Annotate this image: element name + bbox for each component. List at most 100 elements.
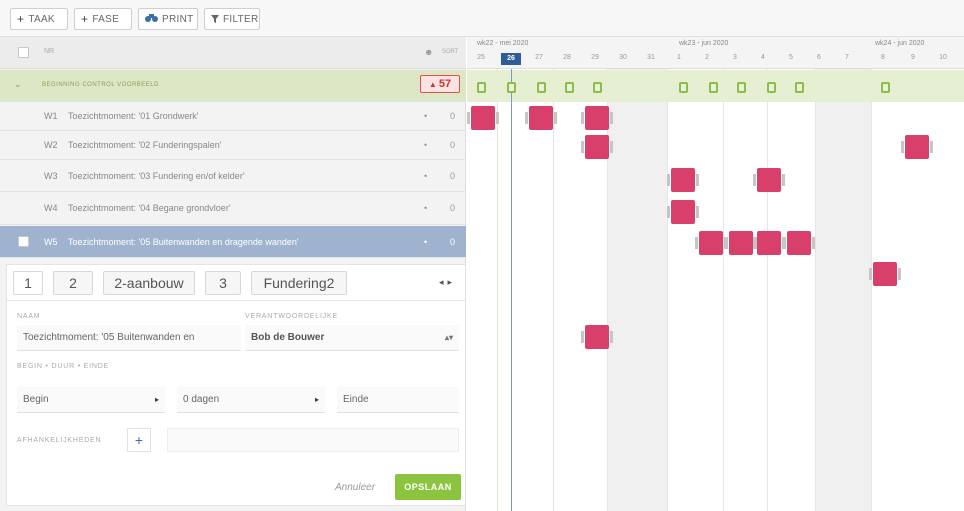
tab-bar: 1 2 2-aanbouw 3 Fundering2 ◂▸ [7, 265, 465, 301]
gantt-chart: wk22 - mei 2020 wk23 - jun 2020 wk24 - j… [467, 37, 964, 511]
table-row-selected[interactable]: W5 Toezichtmoment: '05 Buitenwanden en d… [0, 226, 466, 258]
dependency-input[interactable] [167, 428, 459, 452]
day-label: 1 [677, 54, 681, 61]
chevron-down-icon[interactable]: ⌄ [14, 79, 22, 90]
task-bar[interactable] [725, 231, 757, 255]
cancel-button[interactable]: Annuleer [335, 482, 375, 493]
naam-label: NAAM [17, 313, 41, 320]
add-dependency-button[interactable]: + [127, 428, 151, 452]
select-arrows-icon: ▴▾ [444, 333, 453, 342]
einde-input[interactable]: Einde [337, 387, 459, 413]
task-list-header: NR ☻ SORT [0, 37, 466, 69]
week-label: wk23 - jun 2020 [679, 40, 729, 47]
day-label-today: 26 [501, 53, 521, 65]
milestone-marker[interactable] [881, 82, 890, 93]
milestone-marker[interactable] [737, 82, 746, 93]
week-label: wk22 - mei 2020 [477, 40, 529, 47]
tab-1[interactable]: 1 [13, 271, 43, 295]
table-row[interactable]: W4 Toezichtmoment: '04 Begane grondvloer… [0, 192, 466, 225]
table-row[interactable]: W2 Toezichtmoment: '02 Funderingspalen' … [0, 131, 466, 160]
task-bar[interactable] [695, 231, 727, 255]
day-label: 29 [591, 54, 599, 61]
day-label: 25 [477, 54, 485, 61]
header-sort[interactable]: SORT [442, 49, 459, 55]
task-bar[interactable] [581, 135, 613, 159]
task-bar[interactable] [581, 106, 613, 130]
milestone-marker[interactable] [709, 82, 718, 93]
weekend-column [815, 69, 871, 511]
alert-badge[interactable]: ▲ 57 [420, 75, 460, 93]
plus-icon: + [134, 432, 144, 448]
task-edit-form: 1 2 2-aanbouw 3 Fundering2 ◂▸ NAAM Toezi… [6, 264, 466, 506]
weekend-column [607, 69, 667, 511]
filter-button[interactable]: FILTER [204, 8, 260, 30]
tab-2-aanbouw[interactable]: 2-aanbouw [103, 271, 195, 295]
add-task-button[interactable]: + TAAK [10, 8, 68, 30]
grid-line [815, 69, 816, 511]
grid-line [497, 69, 498, 511]
task-bar[interactable] [753, 168, 785, 192]
binoculars-icon [145, 12, 158, 26]
task-bar[interactable] [753, 231, 785, 255]
add-phase-button[interactable]: + FASE [74, 8, 132, 30]
select-all-checkbox[interactable] [18, 47, 29, 58]
day-label: 10 [939, 54, 947, 61]
tab-scroll-arrows-icon[interactable]: ◂▸ [439, 277, 456, 288]
milestone-marker[interactable] [507, 82, 516, 93]
begin-input[interactable]: Begin ▸ [17, 387, 165, 413]
task-bar[interactable] [667, 168, 699, 192]
task-bar[interactable] [783, 231, 815, 255]
day-label: 4 [761, 54, 765, 61]
task-bar[interactable] [901, 135, 933, 159]
day-label: 9 [911, 54, 915, 61]
milestone-marker[interactable] [679, 82, 688, 93]
header-nr: NR [44, 48, 55, 55]
period-label: BEGIN • DUUR • EINDE [17, 363, 110, 370]
milestone-marker[interactable] [537, 82, 546, 93]
week-label: wk24 - jun 2020 [875, 40, 925, 47]
verantwoordelijke-select[interactable]: Bob de Bouwer ▴▾ [245, 325, 459, 351]
print-button[interactable]: PRINT [138, 8, 198, 30]
gantt-header: wk22 - mei 2020 wk23 - jun 2020 wk24 - j… [467, 37, 964, 69]
milestone-marker[interactable] [767, 82, 776, 93]
day-label: 5 [789, 54, 793, 61]
save-button[interactable]: OPSLAAN [395, 474, 461, 500]
day-label: 7 [845, 54, 849, 61]
tab-2[interactable]: 2 [53, 271, 93, 295]
day-label: 31 [647, 54, 655, 61]
task-bar[interactable] [581, 325, 613, 349]
group-row[interactable]: ⌄ BEGINNING CONTROL VOORBEELD ▲ 57 [0, 70, 466, 102]
task-bar[interactable] [525, 106, 557, 130]
person-icon: ☻ [424, 47, 434, 57]
day-label: 27 [535, 54, 543, 61]
afhankelijkheden-label: AFHANKELIJKHEDEN [17, 437, 102, 444]
play-icon: ▸ [314, 395, 319, 404]
today-line [511, 69, 512, 511]
row-checkbox[interactable] [18, 236, 29, 247]
naam-input[interactable]: Toezichtmoment: '05 Buitenwanden en [17, 325, 241, 351]
table-row[interactable]: W1 Toezichtmoment: '01 Grondwerk' • 0 [0, 102, 466, 131]
day-label: 6 [817, 54, 821, 61]
grid-line [767, 69, 768, 511]
table-row[interactable]: W3 Toezichtmoment: '03 Fundering en/of k… [0, 160, 466, 192]
tab-fundering2[interactable]: Fundering2 [251, 271, 347, 295]
duur-input[interactable]: 0 dagen ▸ [177, 387, 325, 413]
milestone-marker[interactable] [795, 82, 804, 93]
milestone-marker[interactable] [477, 82, 486, 93]
task-bar[interactable] [869, 262, 901, 286]
milestone-marker[interactable] [593, 82, 602, 93]
grid-line [553, 69, 554, 511]
day-label: 30 [619, 54, 627, 61]
grid-line [723, 69, 724, 511]
verantwoordelijke-label: VERANTWOORDELIJKE [245, 313, 338, 320]
funnel-icon [211, 12, 219, 26]
task-bar[interactable] [467, 106, 499, 130]
day-label: 3 [733, 54, 737, 61]
tab-3[interactable]: 3 [205, 271, 241, 295]
task-bar[interactable] [667, 200, 699, 224]
plus-icon: + [81, 12, 89, 26]
milestone-marker[interactable] [565, 82, 574, 93]
grid-line [871, 69, 872, 511]
toolbar: + TAAK + FASE PRINT FILTER [0, 0, 964, 37]
day-label: 2 [705, 54, 709, 61]
